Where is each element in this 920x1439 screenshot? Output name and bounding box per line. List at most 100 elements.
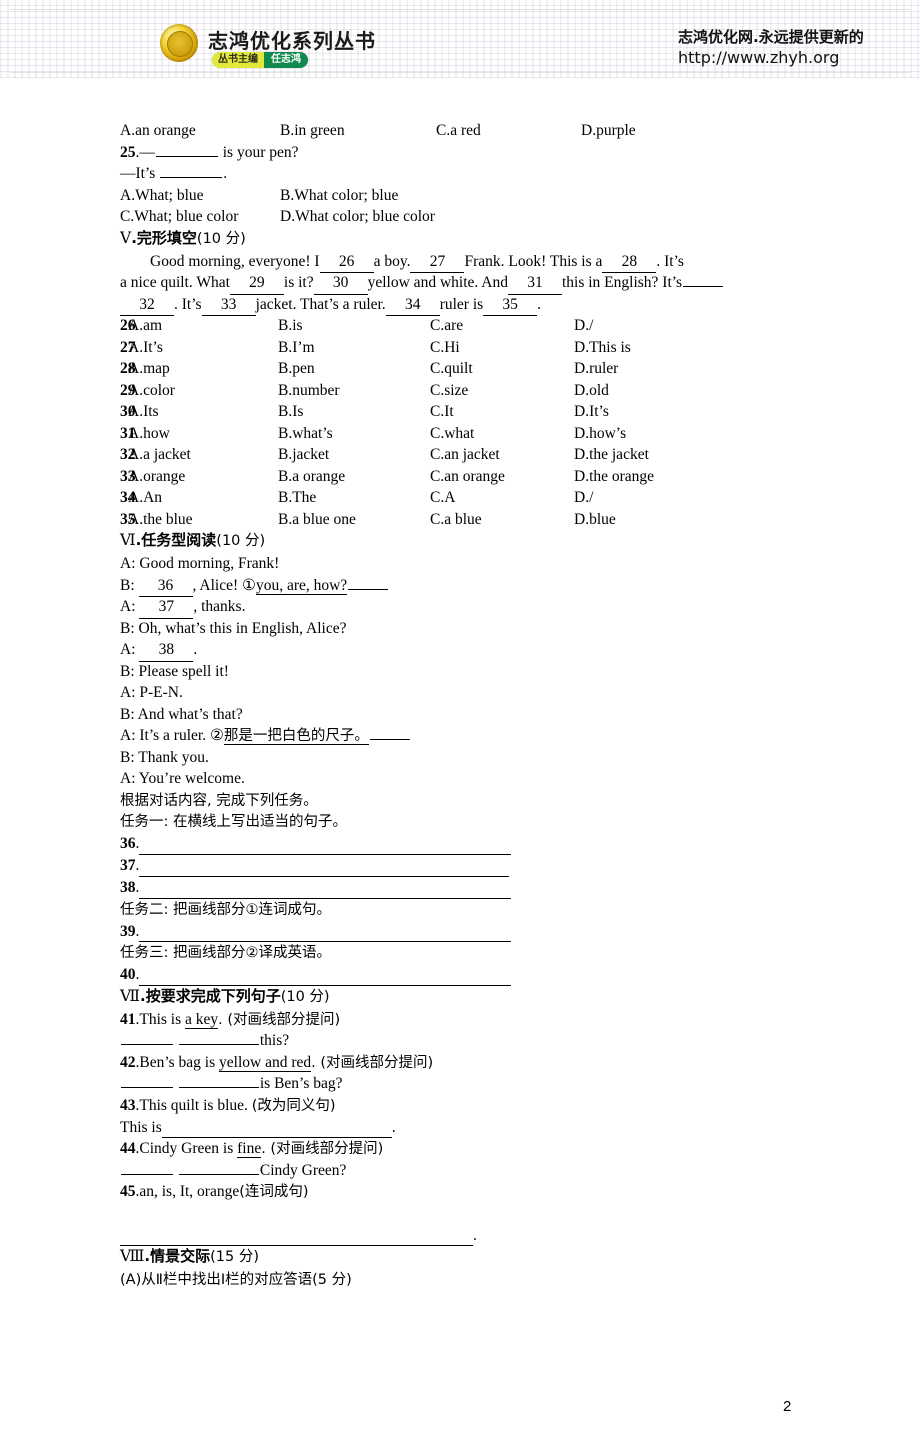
cloze-option-a[interactable]: A.color: [128, 380, 278, 402]
section-7-title: .按要求完成下列句子: [140, 986, 281, 1005]
cloze-option-a[interactable]: A.An: [128, 487, 278, 509]
cloze-option-d[interactable]: D.old: [574, 380, 714, 402]
cloze-option-c[interactable]: C.an orange: [430, 466, 574, 488]
cloze-option-a[interactable]: A.Its: [128, 401, 278, 423]
question-25-blank-1[interactable]: [155, 142, 218, 157]
question-45-text-a: .an, is, It, orange: [135, 1183, 240, 1200]
cloze-option-b[interactable]: B.The: [278, 487, 430, 509]
cloze-blank-29[interactable]: 29: [229, 272, 284, 295]
cloze-blank-35[interactable]: 35: [483, 294, 538, 316]
answer-rule[interactable]: [139, 861, 510, 877]
cloze-blank-26[interactable]: 26: [319, 251, 374, 273]
q25-option-a[interactable]: A.What; blue: [120, 185, 280, 207]
cloze-option-c[interactable]: C.are: [430, 315, 574, 337]
cloze-option-b[interactable]: B.pen: [278, 358, 430, 380]
cloze-option-b[interactable]: B.a blue one: [278, 509, 430, 531]
answer-line-36: 36.: [120, 833, 820, 855]
cloze-option-d[interactable]: D./: [574, 315, 714, 337]
q25-option-c[interactable]: C.What; blue color: [120, 206, 280, 228]
question-43-number: 43: [120, 1096, 136, 1114]
question-44-blank-2[interactable]: [178, 1160, 259, 1175]
question-45-rule[interactable]: [120, 1230, 473, 1246]
dialogue-line: B: Thank you.: [120, 747, 820, 769]
cloze-option-b[interactable]: B.I’m: [278, 337, 430, 359]
cloze-blank-31[interactable]: 31: [507, 272, 562, 295]
cloze-option-a[interactable]: A.orange: [128, 466, 278, 488]
site-url[interactable]: http://www.zhyh.org: [678, 48, 839, 67]
cloze-l1-d: . It’s: [656, 252, 684, 270]
cloze-option-a[interactable]: A.a jacket: [128, 444, 278, 466]
q25-option-d[interactable]: D.What color; blue color: [280, 206, 435, 228]
cloze-option-b[interactable]: B.what’s: [278, 423, 430, 445]
cloze-option-d[interactable]: D.the jacket: [574, 444, 714, 466]
cloze-q-number: 27: [120, 338, 136, 356]
cloze-blank-28[interactable]: 28: [602, 251, 657, 273]
cloze-l2-d: this in English? It’s: [561, 274, 683, 291]
question-44-blank-1[interactable]: [121, 1160, 173, 1175]
cloze-option-b[interactable]: B.number: [278, 380, 430, 402]
cloze-option-c[interactable]: C.It: [430, 401, 574, 423]
dialogue-blank-37[interactable]: 37: [139, 596, 194, 619]
task-3-text: 任务三: 把画线部分②译成英语。: [120, 945, 331, 961]
cloze-blank-32[interactable]: 32: [120, 294, 174, 316]
cloze-option-a[interactable]: A.how: [128, 423, 278, 445]
cloze-q-number: 28: [120, 360, 136, 377]
cloze-option-c[interactable]: C.what: [430, 423, 574, 445]
question-25-blank-2[interactable]: [160, 163, 223, 178]
cloze-option-b[interactable]: B.jacket: [278, 444, 430, 466]
dialogue-text: A: You’re welcome.: [120, 770, 245, 787]
answer-rule[interactable]: [139, 839, 512, 855]
question-42-blank-1[interactable]: [121, 1073, 173, 1088]
q24-option-a[interactable]: A.an orange: [120, 120, 280, 142]
cloze-blank-30[interactable]: 30: [313, 272, 368, 295]
cloze-option-d[interactable]: D.blue: [574, 509, 714, 531]
cloze-option-d[interactable]: D.the orange: [574, 466, 714, 488]
answer-line-37: 37.: [120, 855, 820, 877]
cloze-blank-33[interactable]: 33: [201, 294, 256, 316]
section-7-score: (10 分): [280, 988, 330, 1005]
dialogue-blank-36[interactable]: 36: [138, 575, 193, 597]
cloze-option-d[interactable]: D.ruler: [574, 358, 714, 380]
cloze-option-c[interactable]: C.size: [430, 380, 574, 402]
cloze-option-c[interactable]: C.an jacket: [430, 444, 574, 466]
question-41-blank-2[interactable]: [178, 1030, 259, 1045]
cloze-option-b[interactable]: B.is: [278, 315, 430, 337]
section-6-instruction: 根据对话内容, 完成下列任务。: [120, 790, 820, 812]
worksheet-content: A.an orange B.in green C.a red D.purple …: [120, 120, 820, 1291]
question-25-number: 25: [120, 143, 136, 161]
answer-rule[interactable]: [139, 883, 512, 899]
cloze-option-c[interactable]: C.a blue: [430, 509, 574, 531]
dialogue-blank-38[interactable]: 38: [139, 639, 194, 662]
cloze-blank-34[interactable]: 34: [385, 294, 440, 316]
answer-rule[interactable]: [139, 970, 512, 986]
cloze-option-d[interactable]: D.This is: [574, 337, 714, 359]
q24-option-d[interactable]: D.purple: [581, 120, 636, 142]
cloze-option-a[interactable]: A.map: [128, 358, 278, 380]
cloze-option-a[interactable]: A.the blue: [128, 509, 278, 531]
cloze-option-a[interactable]: A.am: [128, 315, 278, 337]
cloze-option-a[interactable]: A.It’s: [128, 337, 278, 359]
cloze-option-c[interactable]: C.A: [430, 487, 574, 509]
cloze-blank-27[interactable]: 27: [410, 251, 465, 273]
q24-option-b[interactable]: B.in green: [280, 120, 436, 142]
cloze-option-d[interactable]: D./: [574, 487, 714, 509]
section-8-subsection: (A)从Ⅱ栏中找出Ⅰ栏的对应答语(5 分): [120, 1269, 820, 1291]
question-44-number: 44: [120, 1140, 136, 1157]
cloze-option-d[interactable]: D.how’s: [574, 423, 714, 445]
question-41-blank-1[interactable]: [121, 1030, 173, 1045]
banner-rule-bottom: [10, 72, 910, 73]
q25-option-b[interactable]: B.What color; blue: [280, 185, 398, 207]
cloze-option-c[interactable]: C.Hi: [430, 337, 574, 359]
cloze-option-d[interactable]: D.It’s: [574, 401, 714, 423]
question-41-text-b: . (对画线部分提问): [218, 1011, 341, 1028]
q24-option-c[interactable]: C.a red: [436, 120, 581, 142]
cloze-option-c[interactable]: C.quilt: [430, 358, 574, 380]
answer-rule[interactable]: [139, 926, 512, 942]
question-43-rule[interactable]: [161, 1122, 392, 1138]
gold-seal-logo-icon: [160, 24, 198, 62]
answer-number: 36: [120, 835, 136, 852]
question-42-blank-2[interactable]: [178, 1073, 259, 1088]
cloze-option-b[interactable]: B.a orange: [278, 466, 430, 488]
dialogue-line: A: It’s a ruler. ②那是一把白色的尺子。: [120, 725, 820, 747]
cloze-option-b[interactable]: B.Is: [278, 401, 430, 423]
